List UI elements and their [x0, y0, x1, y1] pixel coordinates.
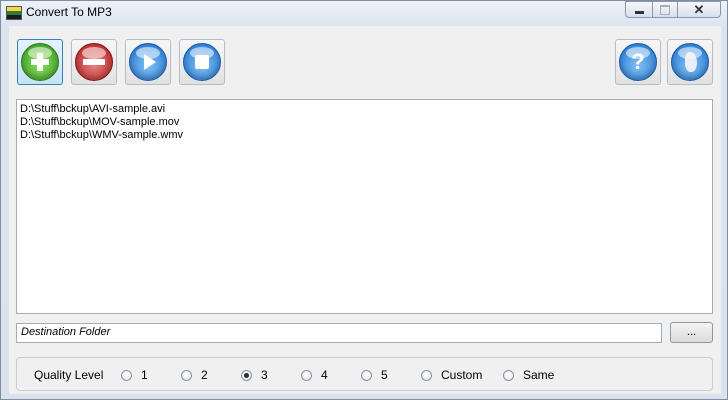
minimize-button[interactable]	[625, 1, 653, 18]
radio-label: 3	[261, 368, 268, 382]
radio-label: 1	[141, 368, 148, 382]
app-window: Convert To MP3 ✕ ? D:\Stuff\bckup\AVI-sa…	[0, 0, 728, 400]
quality-radio-5[interactable]: 5	[361, 368, 388, 382]
remove-button[interactable]	[71, 39, 117, 85]
file-list-item[interactable]: D:\Stuff\bckup\AVI-sample.avi	[20, 103, 709, 116]
radio-label: Custom	[441, 368, 483, 382]
quality-radio-1[interactable]: 1	[121, 368, 148, 382]
radio-circle[interactable]	[301, 369, 312, 381]
minus-icon	[75, 43, 113, 81]
add-button[interactable]	[17, 39, 63, 85]
quality-radio-3[interactable]: 3	[241, 368, 268, 382]
quality-radio-2[interactable]: 2	[181, 368, 208, 382]
radio-circle[interactable]	[503, 369, 514, 381]
play-icon	[129, 43, 167, 81]
question-icon: ?	[619, 43, 657, 81]
radio-label: 5	[381, 368, 388, 382]
quality-level-group: Quality Level 1 2 3 4 5 Custom Same	[16, 357, 713, 391]
quality-radio-4[interactable]: 4	[301, 368, 328, 382]
file-list-item[interactable]: D:\Stuff\bckup\WMV-sample.wmv	[20, 129, 709, 142]
radio-label: 4	[321, 368, 328, 382]
file-list-item[interactable]: D:\Stuff\bckup\MOV-sample.mov	[20, 116, 709, 129]
web-button[interactable]	[667, 39, 713, 85]
quality-level-label: Quality Level	[34, 368, 104, 382]
maximize-button[interactable]	[652, 1, 678, 18]
maximize-icon	[660, 4, 670, 15]
help-button[interactable]: ?	[615, 39, 661, 85]
radio-label: 2	[201, 368, 208, 382]
plus-icon	[21, 43, 59, 81]
radio-circle[interactable]	[121, 369, 132, 381]
radio-label: Same	[523, 368, 555, 382]
minimize-icon	[634, 10, 644, 14]
radio-circle[interactable]	[361, 369, 372, 381]
main-panel: ? D:\Stuff\bckup\AVI-sample.avi D:\Stuff\…	[9, 26, 721, 394]
stop-icon	[183, 43, 221, 81]
browse-button[interactable]: ...	[670, 322, 713, 343]
title-bar[interactable]: Convert To MP3 ✕	[1, 1, 727, 25]
radio-circle[interactable]	[181, 369, 192, 381]
radio-circle[interactable]	[241, 369, 252, 381]
quality-radio-custom[interactable]: Custom	[421, 368, 482, 382]
quality-radio-same[interactable]: Same	[503, 368, 554, 382]
radio-circle[interactable]	[421, 369, 432, 381]
globe-icon	[671, 43, 709, 81]
close-button[interactable]: ✕	[677, 1, 721, 18]
stop-button[interactable]	[179, 39, 225, 85]
play-button[interactable]	[125, 39, 171, 85]
close-icon: ✕	[693, 1, 705, 17]
window-title: Convert To MP3	[26, 5, 112, 19]
destination-folder-field[interactable]: Destination Folder	[16, 323, 662, 343]
app-icon	[6, 6, 22, 20]
file-list[interactable]: D:\Stuff\bckup\AVI-sample.avi D:\Stuff\bc…	[16, 99, 713, 314]
